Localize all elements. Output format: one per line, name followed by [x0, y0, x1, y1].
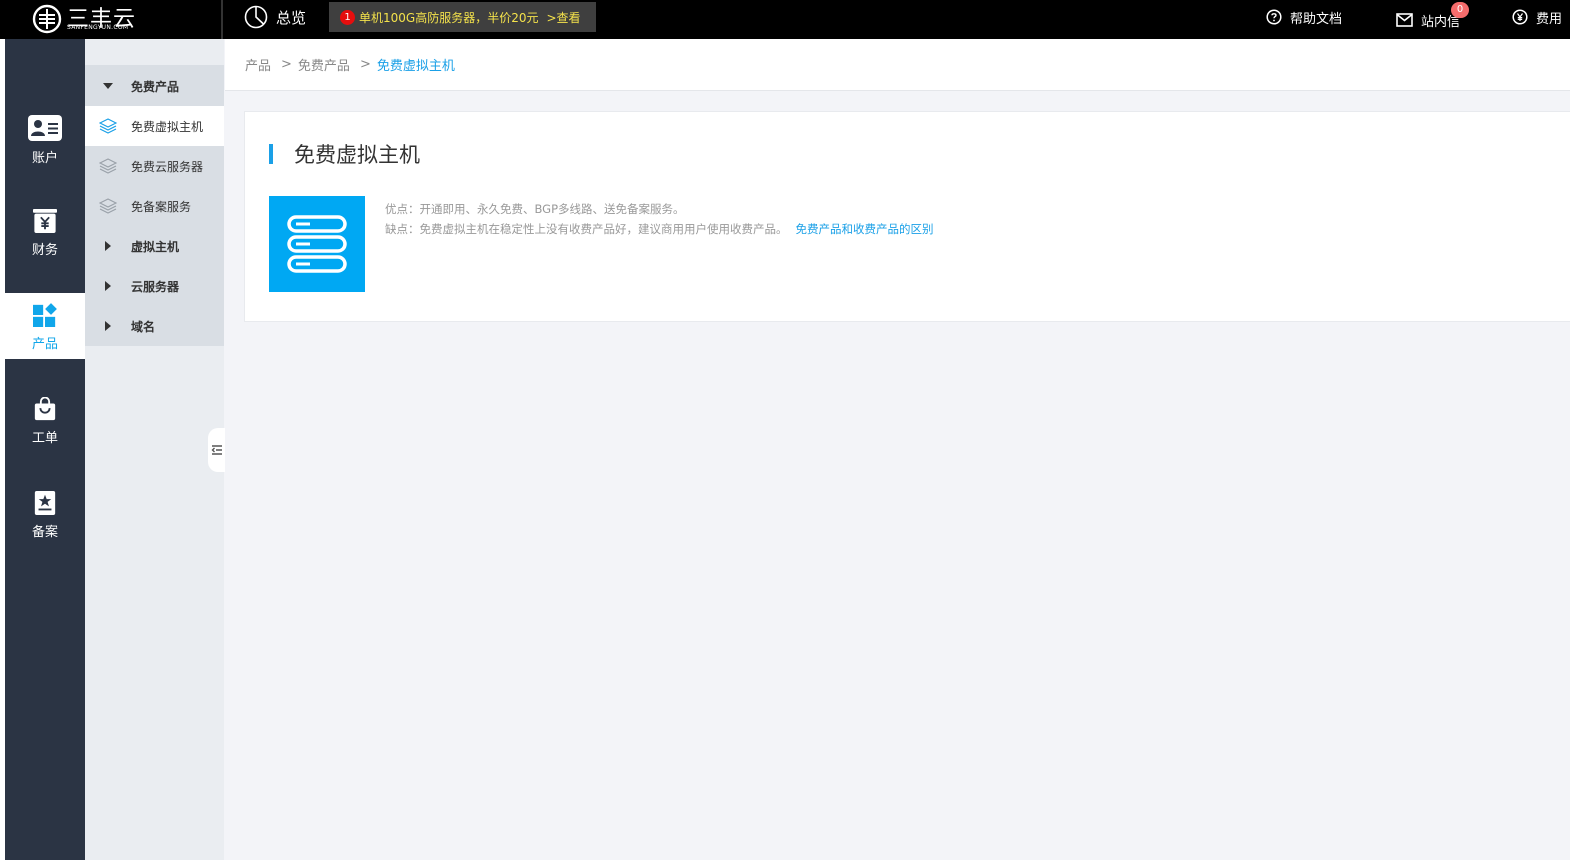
fees-label: 费用 — [1536, 11, 1563, 27]
nav-label-filing: 备案 — [31, 525, 58, 540]
server-stack-icon — [287, 215, 347, 273]
mail-icon — [1396, 13, 1413, 27]
caret-right-icon — [105, 241, 111, 251]
submenu-item-free-cloud[interactable]: 免费云服务器 — [85, 146, 224, 186]
title-accent-bar — [269, 144, 273, 164]
submenu-label-free-cloud: 免费云服务器 — [131, 159, 204, 174]
promo-banner[interactable]: 1 单机100G高防服务器，半价20元 >查看 — [329, 2, 596, 32]
submenu-label-cloud: 云服务器 — [131, 279, 180, 294]
breadcrumb-separator: > — [359, 57, 371, 72]
collapse-menu-button[interactable] — [208, 428, 225, 472]
product-description: 优点：开通即用、永久免费、BGP多线路、送免备案服务。 缺点：免费虚拟主机在稳定… — [385, 199, 934, 239]
page-title: 免费虚拟主机 — [294, 143, 420, 167]
submenu-group-cloud[interactable]: 云服务器 — [85, 266, 224, 306]
filing-star-icon — [34, 491, 56, 515]
nav-item-finance[interactable]: 财务 — [5, 199, 85, 265]
nav-item-filing[interactable]: 备案 — [5, 481, 85, 547]
submenu-item-free-vhost[interactable]: 免费虚拟主机 — [85, 106, 224, 146]
pros-text: 优点：开通即用、永久免费、BGP多线路、送免备案服务。 — [385, 202, 685, 216]
collapse-icon — [211, 445, 222, 455]
fees-link[interactable]: 费用 — [1512, 0, 1562, 34]
messages-count-badge: 0 — [1451, 2, 1469, 18]
breadcrumb-parent[interactable]: 免费产品 — [298, 55, 350, 74]
nav-item-ticket[interactable]: 工单 — [5, 387, 85, 453]
submenu-label-domain: 域名 — [131, 319, 156, 334]
yuan-circle-icon — [1512, 9, 1528, 25]
account-card-icon — [28, 115, 62, 141]
layers-icon — [99, 118, 117, 134]
cons-text: 缺点：免费虚拟主机在稳定性上没有收费产品好，建议商用用户使用收费产品。 — [385, 222, 788, 236]
finance-yuan-icon — [33, 209, 57, 233]
caret-right-icon — [105, 321, 111, 331]
ticket-bag-icon — [34, 397, 56, 421]
main-sidebar: 账户 财务 产品 工单 备案 — [0, 39, 85, 860]
product-submenu: 免费产品 免费虚拟主机 免费云服务器 免备案服务 虚拟主机 云服务器 域名 — [85, 39, 224, 860]
caret-right-icon — [105, 281, 111, 291]
overview-label: 总览 — [276, 8, 307, 27]
overview-link[interactable]: 总览 — [244, 4, 306, 30]
promo-badge: 1 — [340, 9, 355, 25]
logo-icon — [32, 4, 62, 34]
promo-view-link[interactable]: >查看 — [546, 9, 580, 26]
top-bar: 三丰云 SANFENGYUN.COM 总览 1 单机100G高防服务器，半价20… — [0, 0, 1570, 39]
submenu-group-free-products[interactable]: 免费产品 — [85, 66, 224, 106]
nav-item-account[interactable]: 账户 — [5, 105, 85, 171]
submenu-label-vhost: 虚拟主机 — [131, 239, 180, 254]
breadcrumb-root[interactable]: 产品 — [245, 55, 271, 74]
product-card: 免费虚拟主机 优点：开通即用、永久免费、BGP多线路、送免备案服务。 缺点：免费… — [244, 111, 1570, 322]
submenu-group-vhost[interactable]: 虚拟主机 — [85, 226, 224, 266]
help-docs-label: 帮助文档 — [1290, 11, 1343, 27]
layers-icon — [99, 158, 117, 174]
submenu-group-domain[interactable]: 域名 — [85, 306, 224, 346]
logo-subtext: SANFENGYUN.COM — [67, 24, 129, 31]
nav-label-finance: 财务 — [31, 243, 58, 258]
product-grid-icon — [33, 303, 57, 327]
nav-item-product[interactable]: 产品 — [5, 293, 85, 359]
submenu-label-free-products: 免费产品 — [131, 79, 180, 94]
breadcrumb-current: 免费虚拟主机 — [376, 59, 455, 74]
promo-text: 单机100G高防服务器，半价20元 — [359, 10, 539, 25]
submenu-label-no-filing: 免备案服务 — [131, 199, 192, 214]
nav-label-account: 账户 — [31, 151, 58, 166]
free-vs-paid-link[interactable]: 免费产品和收费产品的区别 — [796, 222, 934, 236]
nav-label-product: 产品 — [31, 337, 58, 352]
layers-icon — [99, 198, 117, 214]
question-circle-icon — [1266, 9, 1282, 25]
pie-chart-icon — [244, 5, 268, 29]
brand-logo[interactable]: 三丰云 SANFENGYUN.COM — [5, 0, 223, 39]
breadcrumb-separator: > — [281, 57, 292, 72]
breadcrumb: 产品 > 免费产品 > 免费虚拟主机 — [225, 39, 1570, 91]
caret-down-icon — [103, 83, 113, 89]
submenu-label-free-vhost: 免费虚拟主机 — [131, 119, 204, 134]
cons-line: 缺点：免费虚拟主机在稳定性上没有收费产品好，建议商用用户使用收费产品。 免费产品和… — [385, 219, 934, 239]
server-tile — [269, 196, 365, 292]
submenu-item-no-filing[interactable]: 免备案服务 — [85, 186, 224, 226]
nav-label-ticket: 工单 — [31, 431, 58, 446]
messages-link[interactable]: 站内信 0 — [1396, 2, 1469, 37]
help-docs-link[interactable]: 帮助文档 — [1266, 0, 1342, 34]
